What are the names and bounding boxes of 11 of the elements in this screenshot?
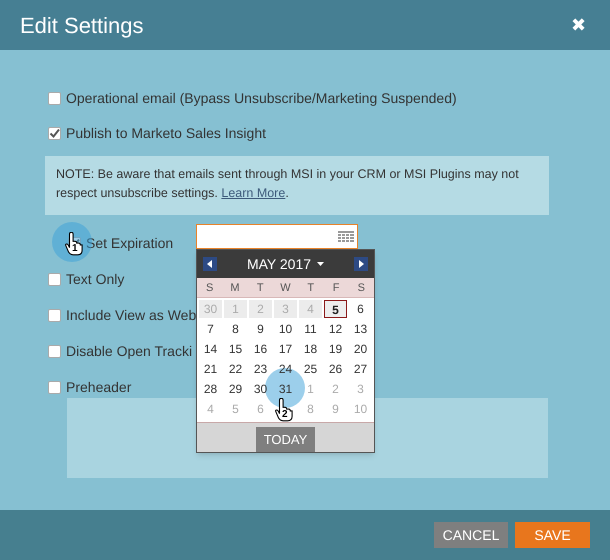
weekday-label: T	[306, 281, 316, 296]
step-number: 2	[282, 410, 288, 420]
weekday-label: S	[356, 281, 366, 296]
weekday-label: W	[279, 281, 292, 296]
weekday-label: T	[256, 281, 265, 296]
weekday-label: F	[332, 281, 340, 296]
step-number: 1	[72, 244, 78, 254]
note-text: NOTE: Be aware that emails sent through MSI in your CRM or MSI Plugins may not respect unsubscribe settings. Learn More.	[56, 166, 520, 202]
weekday-label: M	[229, 281, 240, 296]
window-title: Edit Settings	[20, 12, 144, 40]
weekday-label: S	[204, 281, 214, 296]
